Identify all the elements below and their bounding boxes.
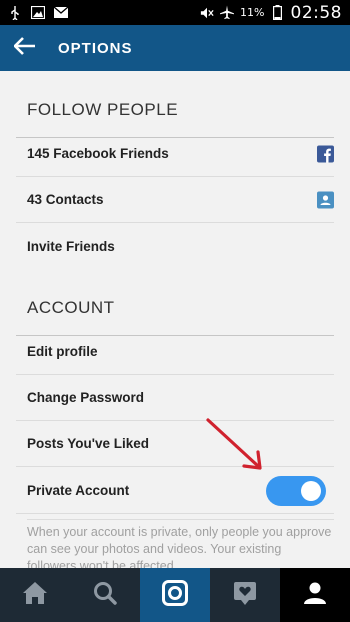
toggle-knob [301, 480, 321, 501]
home-icon [22, 581, 48, 610]
red-arrow-annotation [206, 418, 262, 470]
image-notification-icon [31, 6, 45, 20]
contacts-icon [317, 191, 334, 208]
profile-icon [303, 581, 327, 610]
change-password-item[interactable]: Change Password [16, 375, 334, 421]
battery-percent: 11% [240, 6, 265, 19]
section-header-account: ACCOUNT [16, 281, 334, 336]
mail-icon [54, 6, 68, 20]
options-list[interactable]: FOLLOW PEOPLE 145 Facebook Friends 43 Co… [0, 71, 350, 568]
private-account-label: Private Account [27, 483, 130, 498]
section-header-follow-people: FOLLOW PEOPLE [16, 83, 334, 138]
airplane-mode-icon [220, 5, 235, 20]
bottom-navigation [0, 568, 350, 622]
nav-camera[interactable] [140, 568, 210, 622]
clock: 02:58 [290, 2, 342, 23]
posts-liked-label: Posts You've Liked [27, 436, 150, 451]
usb-icon [8, 5, 22, 20]
nav-home[interactable] [0, 568, 70, 622]
facebook-friends-item[interactable]: 145 Facebook Friends [16, 131, 334, 177]
action-bar: OPTIONS [0, 25, 350, 71]
camera-icon [162, 579, 188, 611]
activity-icon [232, 580, 258, 611]
private-account-description: When your account is private, only peopl… [27, 519, 334, 568]
invite-friends-label: Invite Friends [27, 238, 115, 254]
arrow-left-icon [13, 36, 36, 60]
edit-profile-label: Edit profile [27, 344, 98, 359]
page-title: OPTIONS [58, 39, 133, 57]
battery-icon [271, 5, 285, 20]
mute-icon [200, 6, 214, 20]
invite-friends-item[interactable]: Invite Friends [16, 223, 334, 269]
search-icon [93, 581, 117, 610]
nav-profile[interactable] [280, 568, 350, 622]
status-bar: 11% 02:58 [0, 0, 350, 25]
nav-activity[interactable] [210, 568, 280, 622]
facebook-icon [317, 145, 334, 162]
private-account-item[interactable]: Private Account [16, 468, 334, 514]
edit-profile-item[interactable]: Edit profile [16, 329, 334, 375]
posts-liked-item[interactable]: Posts You've Liked [16, 421, 334, 467]
nav-search[interactable] [70, 568, 140, 622]
facebook-friends-label: 145 Facebook Friends [27, 146, 169, 161]
private-account-toggle[interactable] [266, 475, 326, 506]
change-password-label: Change Password [27, 390, 145, 405]
contacts-item[interactable]: 43 Contacts [16, 177, 334, 223]
contacts-label: 43 Contacts [27, 192, 104, 207]
back-button[interactable] [2, 25, 48, 71]
